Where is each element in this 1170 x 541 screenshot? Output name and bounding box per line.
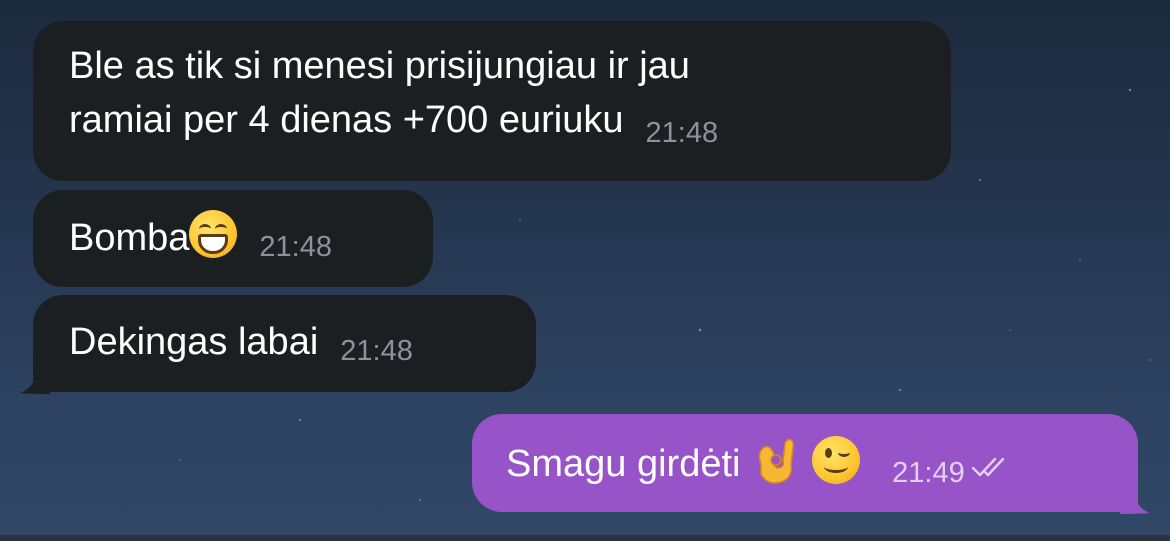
grinning-face-emoji-icon — [189, 210, 238, 258]
message-time: 21:48 — [645, 117, 719, 149]
ok-hand-emoji-icon — [758, 438, 795, 484]
outgoing-bubble-tail — [1120, 492, 1150, 514]
message-text: Bomba — [69, 217, 190, 259]
incoming-bubble-tail — [20, 372, 50, 394]
message-text-line-2: ramiai per 4 dienas +700 euriuku — [69, 99, 624, 141]
outgoing-message[interactable]: Smagu girdėti 21:49 — [472, 414, 1138, 512]
double-check-read-icon — [971, 457, 1004, 477]
winking-face-emoji-icon — [811, 436, 860, 484]
message-text: Smagu girdėti — [506, 443, 741, 485]
incoming-message[interactable]: Ble as tik si menesi prisijungiau ir jau… — [33, 21, 951, 181]
incoming-message[interactable]: Bomba 21:48 — [33, 190, 433, 287]
message-time: 21:48 — [340, 335, 413, 367]
message-text-line-1: Ble as tik si menesi prisijungiau ir jau — [69, 45, 690, 87]
bottom-edge — [0, 535, 1170, 541]
message-text: Dekingas labai — [69, 321, 319, 363]
message-time: 21:49 — [892, 457, 965, 489]
message-time: 21:48 — [259, 231, 332, 263]
incoming-message[interactable]: Dekingas labai 21:48 — [33, 295, 536, 392]
